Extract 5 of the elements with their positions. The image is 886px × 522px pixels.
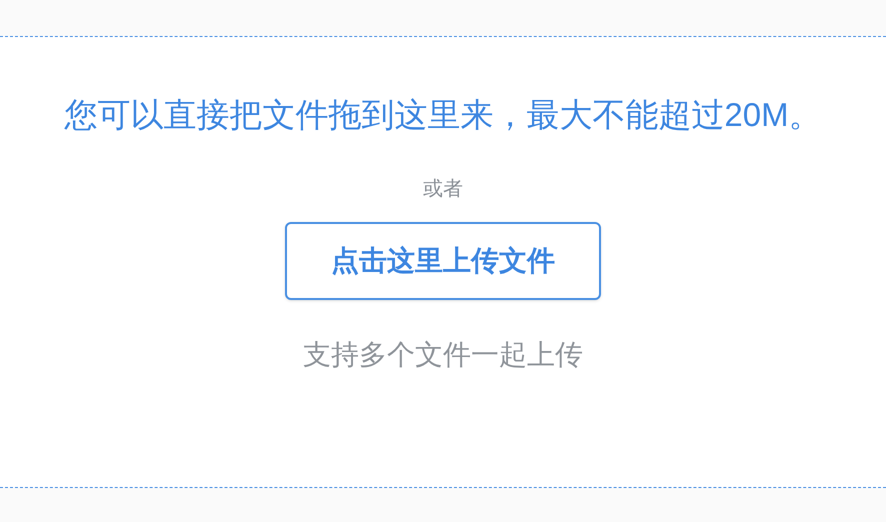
upload-button[interactable]: 点击这里上传文件: [285, 222, 601, 300]
drop-zone[interactable]: 您可以直接把文件拖到这里来，最大不能超过20M。 或者 点击这里上传文件 支持多个文件一起上传: [0, 36, 886, 488]
separator-text: 或者: [423, 177, 463, 202]
hint-text: 支持多个文件一起上传: [303, 338, 583, 372]
drop-message: 您可以直接把文件拖到这里来，最大不能超过20M。: [64, 95, 822, 135]
